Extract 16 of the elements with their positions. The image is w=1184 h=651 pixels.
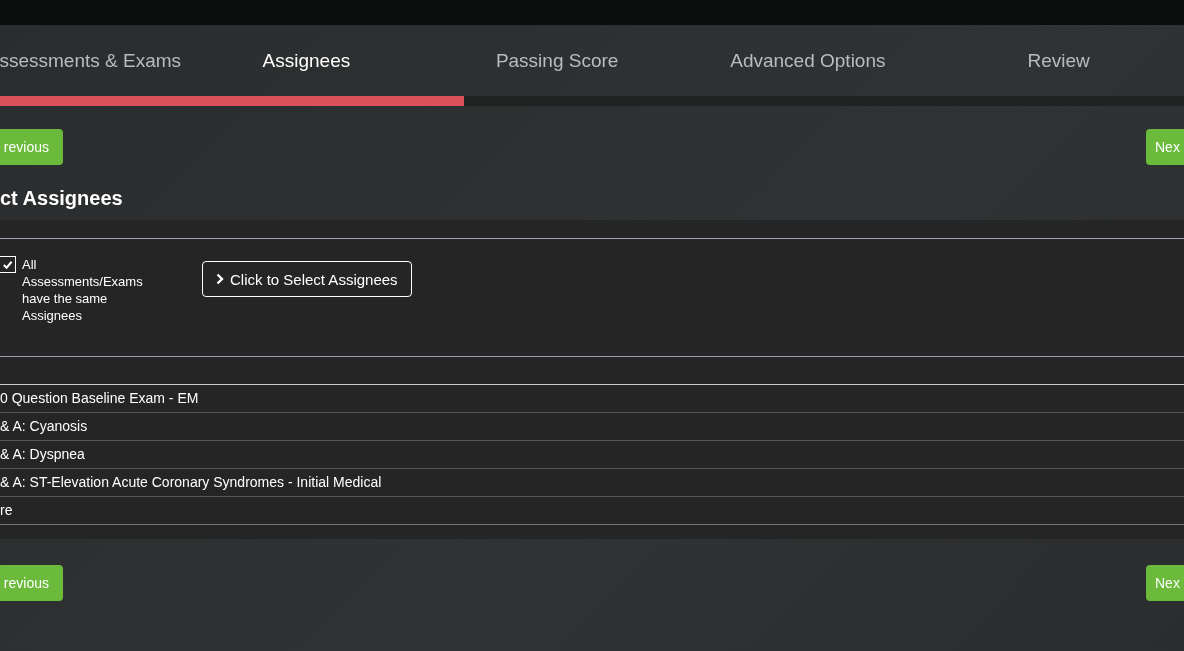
step-tab[interactable]: Advanced Options <box>682 49 934 72</box>
section-heading: ct Assignees <box>0 186 124 211</box>
exam-row: re <box>0 497 1184 525</box>
chevron-right-icon <box>216 273 224 285</box>
exam-row: & A: Dyspnea <box>0 441 1184 469</box>
exam-row: 0 Question Baseline Exam - EM <box>0 385 1184 413</box>
exam-row: & A: ST-Elevation Acute Coronary Syndromes - Initial Medical <box>0 469 1184 497</box>
select-assignees-button[interactable]: Click to Select Assignees <box>202 261 412 297</box>
checkbox[interactable] <box>0 256 16 273</box>
exam-row: & A: Cyanosis <box>0 413 1184 441</box>
step-tab[interactable]: Passing Score <box>431 49 683 72</box>
step-tab[interactable]: Review <box>933 49 1184 72</box>
step-tab[interactable]: ssessments & Exams <box>0 49 182 72</box>
checkbox-label: All Assessments/Exams have the same Assignees <box>22 256 144 324</box>
checkmark-icon <box>2 259 13 270</box>
step-tab[interactable]: Assignees <box>181 49 432 72</box>
